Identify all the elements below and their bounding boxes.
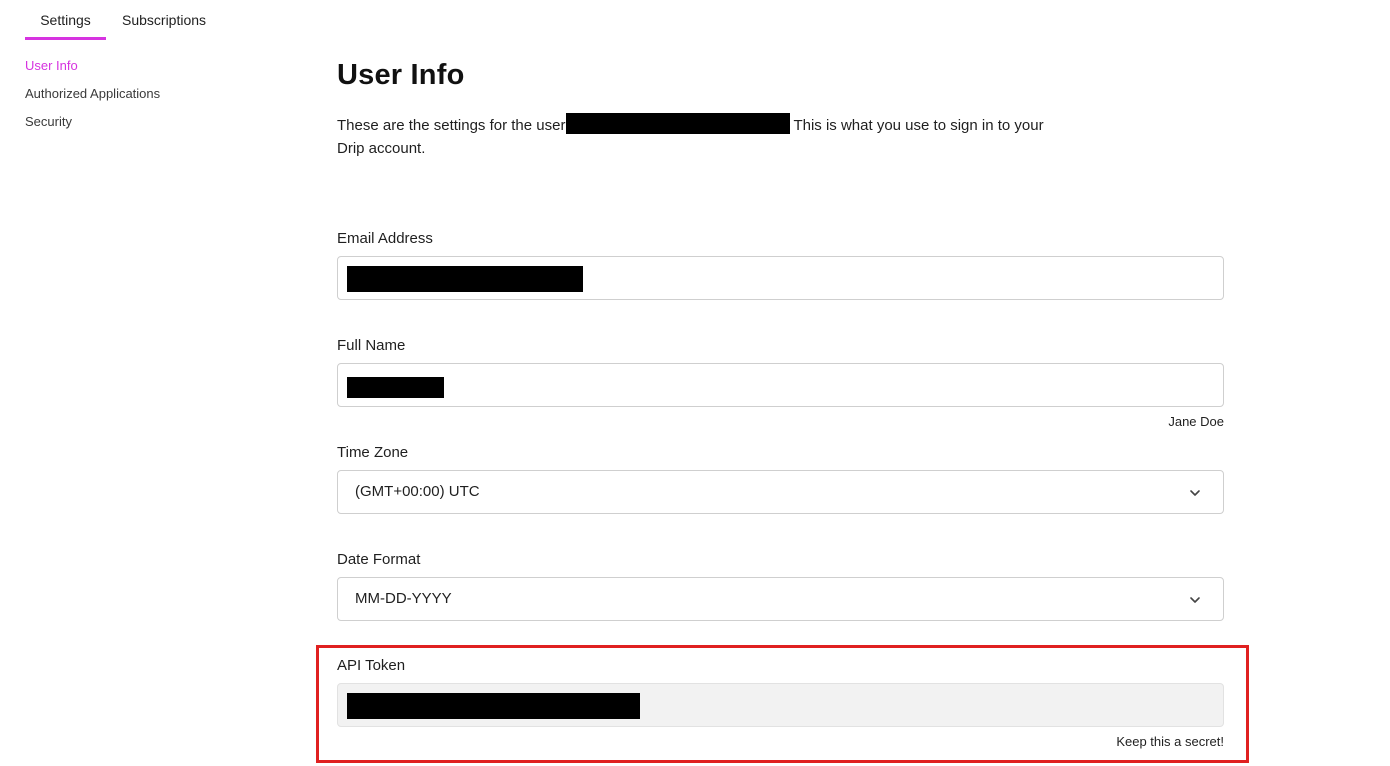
- time-zone-field-group: Time Zone (GMT+00:00) UTC: [337, 443, 1224, 514]
- date-format-field-group: Date Format MM-DD-YYYY: [337, 550, 1224, 621]
- api-token-hint: Keep this a secret!: [1116, 734, 1224, 749]
- full-name-placeholder-hint: Jane Doe: [1168, 414, 1224, 429]
- api-token-field-group: API Token Keep this a secret!: [337, 656, 1224, 749]
- email-field-group: Email Address: [337, 229, 1224, 300]
- date-format-label: Date Format: [337, 551, 421, 568]
- page-title: User Info: [337, 59, 465, 91]
- redacted-api-token: [347, 693, 640, 719]
- sidebar-item-security[interactable]: Security: [25, 113, 245, 131]
- tab-settings[interactable]: Settings: [25, 0, 106, 40]
- tab-subscriptions[interactable]: Subscriptions: [106, 0, 222, 40]
- time-zone-select[interactable]: (GMT+00:00) UTC: [337, 470, 1224, 514]
- redacted-username: [566, 113, 791, 134]
- main-content: User Info These are the settings for the…: [337, 56, 1224, 749]
- api-token-field[interactable]: [337, 683, 1224, 727]
- redacted-full-name: [347, 377, 444, 398]
- time-zone-label: Time Zone: [337, 444, 409, 461]
- intro-text: These are the settings for the user This …: [337, 113, 1057, 160]
- sidebar-item-authorized-applications[interactable]: Authorized Applications: [25, 85, 245, 103]
- full-name-field-group: Full Name Jane Doe: [337, 336, 1224, 429]
- date-format-value: MM-DD-YYYY: [355, 590, 452, 607]
- full-name-field[interactable]: [337, 363, 1224, 407]
- date-format-select[interactable]: MM-DD-YYYY: [337, 577, 1224, 621]
- settings-page: Settings Subscriptions User Info Authori…: [0, 0, 1390, 766]
- email-field[interactable]: [337, 256, 1224, 300]
- chevron-down-icon: [1190, 490, 1200, 496]
- api-token-label: API Token: [337, 657, 406, 674]
- intro-text-before: These are the settings for the user: [337, 117, 566, 134]
- top-tabs: Settings Subscriptions: [25, 0, 222, 42]
- email-label: Email Address: [337, 230, 433, 247]
- sidebar: User Info Authorized Applications Securi…: [25, 57, 245, 141]
- full-name-label: Full Name: [337, 337, 406, 354]
- redacted-email: [347, 266, 583, 292]
- chevron-down-icon: [1190, 597, 1200, 603]
- time-zone-value: (GMT+00:00) UTC: [355, 483, 480, 500]
- sidebar-item-user-info[interactable]: User Info: [25, 57, 245, 75]
